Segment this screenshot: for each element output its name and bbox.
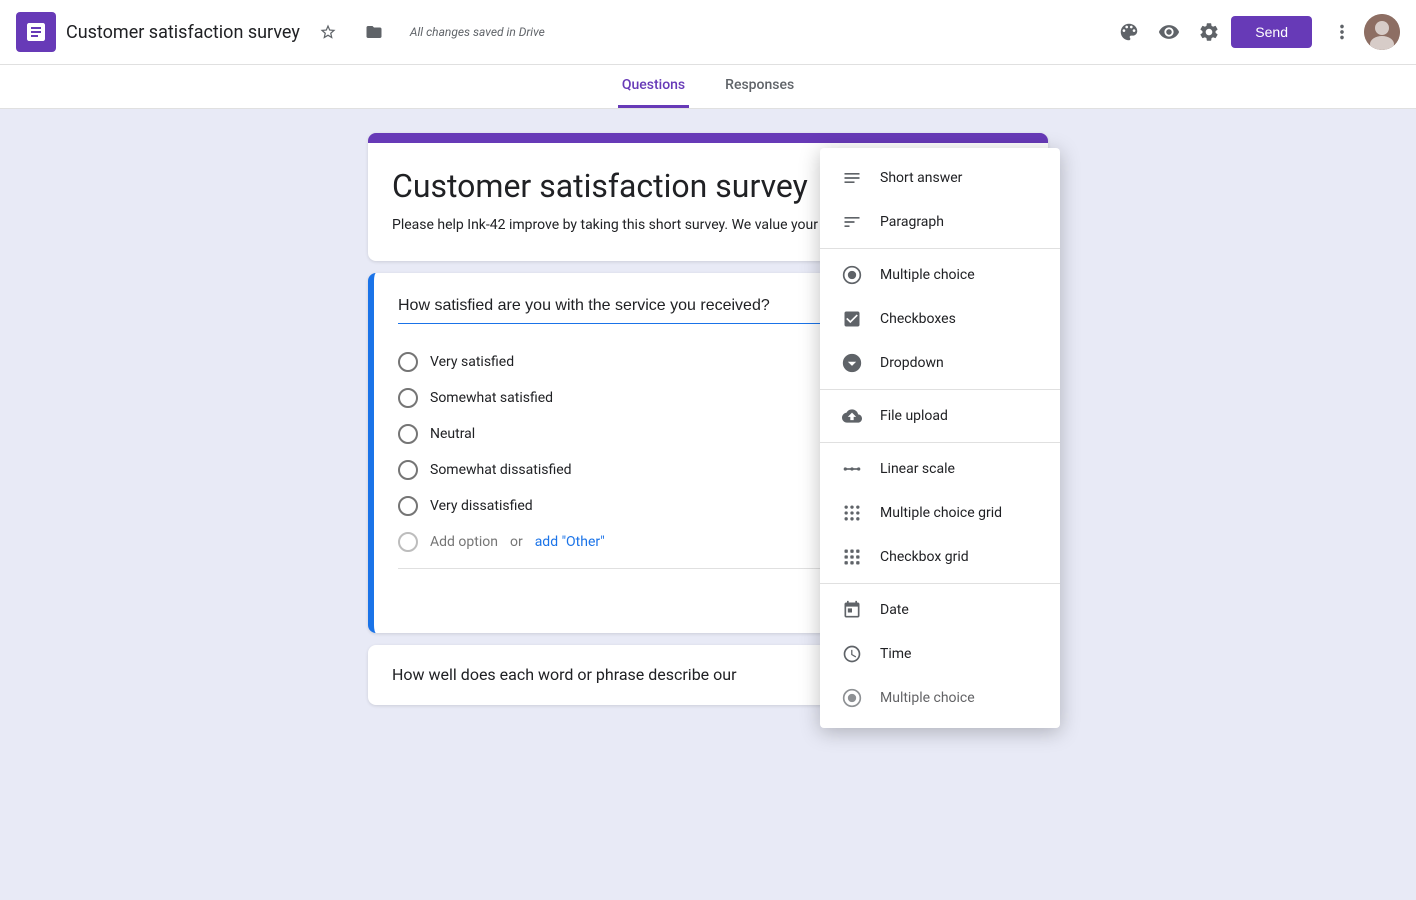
menu-label-mc-bottom: Multiple choice: [880, 690, 975, 706]
menu-item-file-upload[interactable]: File upload: [820, 394, 1060, 438]
topbar-left: Customer satisfaction survey All changes…: [16, 12, 1111, 52]
date-icon: [840, 598, 864, 622]
add-other-link[interactable]: add "Other": [535, 534, 605, 550]
tab-responses[interactable]: Responses: [721, 65, 798, 108]
paragraph-icon: [840, 210, 864, 234]
topbar-icons: Send: [1111, 14, 1400, 50]
radio-somewhat-satisfied[interactable]: [398, 388, 418, 408]
menu-item-linear-scale[interactable]: Linear scale: [820, 447, 1060, 491]
menu-item-checkbox-grid[interactable]: Checkbox grid: [820, 535, 1060, 579]
menu-label-date: Date: [880, 602, 909, 618]
or-text: or: [510, 534, 523, 550]
folder-icon: [365, 23, 383, 41]
palette-icon: [1118, 21, 1140, 43]
radio-somewhat-dissatisfied[interactable]: [398, 460, 418, 480]
forms-icon: [24, 20, 48, 44]
autosave-status: All changes saved in Drive: [410, 25, 545, 39]
star-icon: [319, 23, 337, 41]
option-somewhat-satisfied-label: Somewhat satisfied: [430, 390, 553, 406]
radio-very-satisfied[interactable]: [398, 352, 418, 372]
multiple-choice-icon: [840, 263, 864, 287]
app-icon[interactable]: [16, 12, 56, 52]
option-neutral-label: Neutral: [430, 426, 475, 442]
menu-item-multiple-choice[interactable]: Multiple choice: [820, 253, 1060, 297]
menu-label-time: Time: [880, 646, 911, 662]
menu-divider-4: [820, 583, 1060, 584]
radio-neutral[interactable]: [398, 424, 418, 444]
star-button[interactable]: [310, 14, 346, 50]
settings-button[interactable]: [1191, 14, 1227, 50]
preview-icon: [1158, 21, 1180, 43]
checkboxes-icon: [840, 307, 864, 331]
preview-button[interactable]: [1151, 14, 1187, 50]
menu-label-short-answer: Short answer: [880, 170, 962, 186]
menu-item-date[interactable]: Date: [820, 588, 1060, 632]
dropdown-menu: Short answer Paragraph Multiple choice C…: [820, 148, 1060, 728]
send-button[interactable]: Send: [1231, 16, 1312, 48]
main-content: Customer satisfaction survey Please help…: [0, 109, 1416, 729]
option-very-satisfied-label: Very satisfied: [430, 354, 514, 370]
menu-item-mc-bottom[interactable]: Multiple choice: [820, 676, 1060, 720]
menu-label-linear-scale: Linear scale: [880, 461, 955, 477]
palette-button[interactable]: [1111, 14, 1147, 50]
menu-label-dropdown: Dropdown: [880, 355, 944, 371]
checkbox-grid-icon: [840, 545, 864, 569]
option-very-dissatisfied-label: Very dissatisfied: [430, 498, 533, 514]
more-icon: [1331, 21, 1353, 43]
tabs-bar: Questions Responses: [0, 65, 1416, 109]
menu-item-paragraph[interactable]: Paragraph: [820, 200, 1060, 244]
multiple-choice-grid-icon: [840, 501, 864, 525]
menu-label-checkbox-grid: Checkbox grid: [880, 549, 969, 565]
menu-item-dropdown[interactable]: Dropdown: [820, 341, 1060, 385]
topbar: Customer satisfaction survey All changes…: [0, 0, 1416, 65]
menu-label-mc-grid: Multiple choice grid: [880, 505, 1002, 521]
menu-item-checkboxes[interactable]: Checkboxes: [820, 297, 1060, 341]
settings-icon: [1198, 21, 1220, 43]
menu-item-time[interactable]: Time: [820, 632, 1060, 676]
menu-divider-1: [820, 248, 1060, 249]
question-2-text: How well does each word or phrase descri…: [392, 665, 737, 684]
radio-very-dissatisfied[interactable]: [398, 496, 418, 516]
menu-divider-3: [820, 442, 1060, 443]
menu-label-checkboxes: Checkboxes: [880, 311, 956, 327]
dropdown-icon: [840, 351, 864, 375]
menu-label-paragraph: Paragraph: [880, 214, 944, 230]
menu-item-short-answer[interactable]: Short answer: [820, 156, 1060, 200]
avatar[interactable]: [1364, 14, 1400, 50]
option-somewhat-dissatisfied-label: Somewhat dissatisfied: [430, 462, 572, 478]
folder-button[interactable]: [356, 14, 392, 50]
doc-title: Customer satisfaction survey: [66, 22, 300, 43]
menu-label-multiple-choice: Multiple choice: [880, 267, 975, 283]
linear-scale-icon: [840, 457, 864, 481]
more-options-button[interactable]: [1324, 14, 1360, 50]
add-option-label[interactable]: Add option: [430, 534, 498, 550]
tab-questions[interactable]: Questions: [618, 65, 689, 108]
short-answer-icon: [840, 166, 864, 190]
radio-add: [398, 532, 418, 552]
multiple-choice-bottom-icon: [840, 686, 864, 710]
avatar-image: [1364, 14, 1400, 50]
menu-divider-2: [820, 389, 1060, 390]
menu-label-file-upload: File upload: [880, 408, 948, 424]
menu-item-mc-grid[interactable]: Multiple choice grid: [820, 491, 1060, 535]
file-upload-icon: [840, 404, 864, 428]
time-icon: [840, 642, 864, 666]
